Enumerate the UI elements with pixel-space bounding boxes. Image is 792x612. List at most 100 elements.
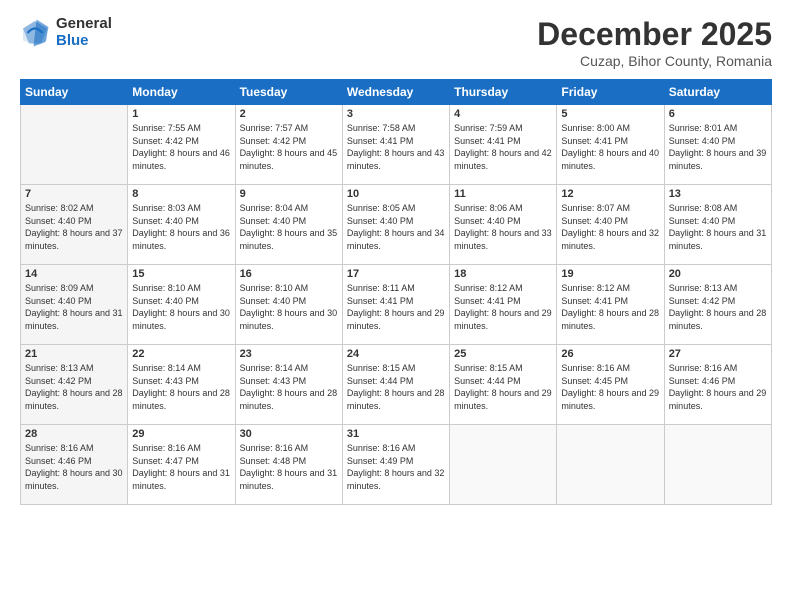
day-cell: 15 Sunrise: 8:10 AMSunset: 4:40 PMDaylig… — [128, 265, 235, 345]
day-info: Sunrise: 8:16 AMSunset: 4:46 PMDaylight:… — [25, 443, 123, 491]
day-info: Sunrise: 8:16 AMSunset: 4:48 PMDaylight:… — [240, 443, 338, 491]
day-cell: 31 Sunrise: 8:16 AMSunset: 4:49 PMDaylig… — [342, 425, 449, 505]
day-number: 4 — [454, 108, 552, 120]
day-number: 1 — [132, 108, 230, 120]
day-cell — [664, 425, 771, 505]
logo-text: General Blue — [56, 16, 112, 49]
day-cell: 5 Sunrise: 8:00 AMSunset: 4:41 PMDayligh… — [557, 105, 664, 185]
logo-blue-text: Blue — [56, 33, 112, 50]
day-number: 18 — [454, 268, 552, 280]
day-cell: 9 Sunrise: 8:04 AMSunset: 4:40 PMDayligh… — [235, 185, 342, 265]
day-cell: 17 Sunrise: 8:11 AMSunset: 4:41 PMDaylig… — [342, 265, 449, 345]
day-cell: 24 Sunrise: 8:15 AMSunset: 4:44 PMDaylig… — [342, 345, 449, 425]
day-number: 28 — [25, 428, 123, 440]
logo: General Blue — [20, 16, 112, 49]
day-number: 17 — [347, 268, 445, 280]
day-number: 30 — [240, 428, 338, 440]
day-info: Sunrise: 7:58 AMSunset: 4:41 PMDaylight:… — [347, 123, 445, 171]
day-info: Sunrise: 8:16 AMSunset: 4:49 PMDaylight:… — [347, 443, 445, 491]
day-cell: 3 Sunrise: 7:58 AMSunset: 4:41 PMDayligh… — [342, 105, 449, 185]
week-row-4: 28 Sunrise: 8:16 AMSunset: 4:46 PMDaylig… — [21, 425, 772, 505]
day-number: 14 — [25, 268, 123, 280]
day-info: Sunrise: 8:14 AMSunset: 4:43 PMDaylight:… — [240, 363, 338, 411]
day-cell: 19 Sunrise: 8:12 AMSunset: 4:41 PMDaylig… — [557, 265, 664, 345]
day-cell: 6 Sunrise: 8:01 AMSunset: 4:40 PMDayligh… — [664, 105, 771, 185]
header-row: SundayMondayTuesdayWednesdayThursdayFrid… — [21, 80, 772, 105]
day-info: Sunrise: 8:16 AMSunset: 4:45 PMDaylight:… — [561, 363, 659, 411]
day-number: 24 — [347, 348, 445, 360]
header-tuesday: Tuesday — [235, 80, 342, 105]
week-row-3: 21 Sunrise: 8:13 AMSunset: 4:42 PMDaylig… — [21, 345, 772, 425]
day-cell: 10 Sunrise: 8:05 AMSunset: 4:40 PMDaylig… — [342, 185, 449, 265]
header-monday: Monday — [128, 80, 235, 105]
day-cell: 2 Sunrise: 7:57 AMSunset: 4:42 PMDayligh… — [235, 105, 342, 185]
day-info: Sunrise: 8:02 AMSunset: 4:40 PMDaylight:… — [25, 203, 123, 251]
day-cell: 8 Sunrise: 8:03 AMSunset: 4:40 PMDayligh… — [128, 185, 235, 265]
day-cell: 1 Sunrise: 7:55 AMSunset: 4:42 PMDayligh… — [128, 105, 235, 185]
day-number: 6 — [669, 108, 767, 120]
day-number: 25 — [454, 348, 552, 360]
day-cell: 26 Sunrise: 8:16 AMSunset: 4:45 PMDaylig… — [557, 345, 664, 425]
day-info: Sunrise: 7:59 AMSunset: 4:41 PMDaylight:… — [454, 123, 552, 171]
logo-general-text: General — [56, 16, 112, 33]
day-cell: 14 Sunrise: 8:09 AMSunset: 4:40 PMDaylig… — [21, 265, 128, 345]
day-cell — [557, 425, 664, 505]
day-info: Sunrise: 8:12 AMSunset: 4:41 PMDaylight:… — [454, 283, 552, 331]
day-number: 5 — [561, 108, 659, 120]
day-number: 13 — [669, 188, 767, 200]
calendar-subtitle: Cuzap, Bihor County, Romania — [537, 53, 772, 69]
day-info: Sunrise: 8:03 AMSunset: 4:40 PMDaylight:… — [132, 203, 230, 251]
day-cell: 12 Sunrise: 8:07 AMSunset: 4:40 PMDaylig… — [557, 185, 664, 265]
day-number: 29 — [132, 428, 230, 440]
day-number: 3 — [347, 108, 445, 120]
day-number: 31 — [347, 428, 445, 440]
day-info: Sunrise: 8:09 AMSunset: 4:40 PMDaylight:… — [25, 283, 123, 331]
day-cell: 4 Sunrise: 7:59 AMSunset: 4:41 PMDayligh… — [450, 105, 557, 185]
day-number: 20 — [669, 268, 767, 280]
day-number: 12 — [561, 188, 659, 200]
day-info: Sunrise: 8:07 AMSunset: 4:40 PMDaylight:… — [561, 203, 659, 251]
day-number: 27 — [669, 348, 767, 360]
day-info: Sunrise: 8:16 AMSunset: 4:46 PMDaylight:… — [669, 363, 767, 411]
day-cell: 7 Sunrise: 8:02 AMSunset: 4:40 PMDayligh… — [21, 185, 128, 265]
day-info: Sunrise: 8:12 AMSunset: 4:41 PMDaylight:… — [561, 283, 659, 331]
day-info: Sunrise: 7:57 AMSunset: 4:42 PMDaylight:… — [240, 123, 338, 171]
day-cell — [21, 105, 128, 185]
week-row-0: 1 Sunrise: 7:55 AMSunset: 4:42 PMDayligh… — [21, 105, 772, 185]
day-cell: 16 Sunrise: 8:10 AMSunset: 4:40 PMDaylig… — [235, 265, 342, 345]
header-saturday: Saturday — [664, 80, 771, 105]
day-info: Sunrise: 8:16 AMSunset: 4:47 PMDaylight:… — [132, 443, 230, 491]
header-wednesday: Wednesday — [342, 80, 449, 105]
day-cell: 30 Sunrise: 8:16 AMSunset: 4:48 PMDaylig… — [235, 425, 342, 505]
day-number: 2 — [240, 108, 338, 120]
day-info: Sunrise: 7:55 AMSunset: 4:42 PMDaylight:… — [132, 123, 230, 171]
day-info: Sunrise: 8:13 AMSunset: 4:42 PMDaylight:… — [25, 363, 123, 411]
day-cell: 22 Sunrise: 8:14 AMSunset: 4:43 PMDaylig… — [128, 345, 235, 425]
header-sunday: Sunday — [21, 80, 128, 105]
header-thursday: Thursday — [450, 80, 557, 105]
day-number: 7 — [25, 188, 123, 200]
day-info: Sunrise: 8:04 AMSunset: 4:40 PMDaylight:… — [240, 203, 338, 251]
day-info: Sunrise: 8:06 AMSunset: 4:40 PMDaylight:… — [454, 203, 552, 251]
day-number: 8 — [132, 188, 230, 200]
day-number: 22 — [132, 348, 230, 360]
day-info: Sunrise: 8:15 AMSunset: 4:44 PMDaylight:… — [454, 363, 552, 411]
day-info: Sunrise: 8:11 AMSunset: 4:41 PMDaylight:… — [347, 283, 445, 331]
week-row-1: 7 Sunrise: 8:02 AMSunset: 4:40 PMDayligh… — [21, 185, 772, 265]
day-cell: 25 Sunrise: 8:15 AMSunset: 4:44 PMDaylig… — [450, 345, 557, 425]
calendar-page: General Blue December 2025 Cuzap, Bihor … — [0, 0, 792, 612]
day-number: 23 — [240, 348, 338, 360]
day-cell: 21 Sunrise: 8:13 AMSunset: 4:42 PMDaylig… — [21, 345, 128, 425]
day-cell — [450, 425, 557, 505]
header: General Blue December 2025 Cuzap, Bihor … — [20, 16, 772, 69]
day-cell: 28 Sunrise: 8:16 AMSunset: 4:46 PMDaylig… — [21, 425, 128, 505]
day-info: Sunrise: 8:14 AMSunset: 4:43 PMDaylight:… — [132, 363, 230, 411]
day-cell: 11 Sunrise: 8:06 AMSunset: 4:40 PMDaylig… — [450, 185, 557, 265]
calendar-title: December 2025 — [537, 16, 772, 53]
day-number: 10 — [347, 188, 445, 200]
day-info: Sunrise: 8:15 AMSunset: 4:44 PMDaylight:… — [347, 363, 445, 411]
day-number: 15 — [132, 268, 230, 280]
day-cell: 20 Sunrise: 8:13 AMSunset: 4:42 PMDaylig… — [664, 265, 771, 345]
day-number: 11 — [454, 188, 552, 200]
day-number: 16 — [240, 268, 338, 280]
